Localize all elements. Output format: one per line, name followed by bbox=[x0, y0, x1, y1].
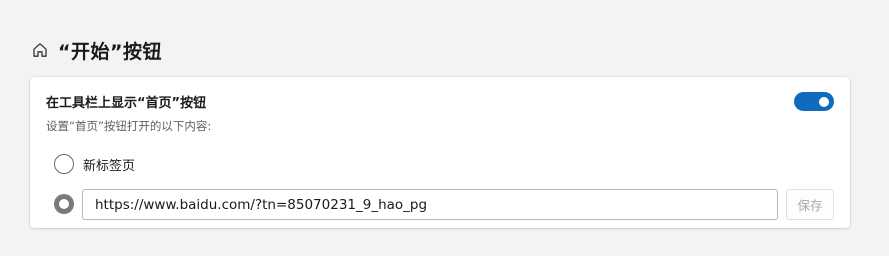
show-home-button-toggle[interactable] bbox=[794, 92, 834, 111]
save-button[interactable]: 保存 bbox=[786, 189, 834, 220]
setting-description: 设置“首页”按钮打开的以下内容: bbox=[46, 119, 212, 133]
home-url-input[interactable] bbox=[82, 189, 778, 220]
home-button-settings-card: 在工具栏上显示“首页”按钮 设置“首页”按钮打开的以下内容: 新标签页 保存 bbox=[30, 77, 850, 228]
home-icon bbox=[31, 41, 49, 59]
url-radio[interactable] bbox=[54, 194, 74, 214]
setting-title: 在工具栏上显示“首页”按钮 bbox=[46, 96, 207, 111]
url-option[interactable] bbox=[54, 194, 74, 214]
section-title: “开始”按钮 bbox=[58, 40, 162, 63]
new-tab-option[interactable]: 新标签页 bbox=[54, 154, 135, 174]
new-tab-radio[interactable] bbox=[54, 154, 74, 174]
section-header: “开始”按钮 bbox=[31, 36, 162, 64]
toggle-knob bbox=[819, 96, 829, 107]
new-tab-label: 新标签页 bbox=[83, 158, 136, 174]
